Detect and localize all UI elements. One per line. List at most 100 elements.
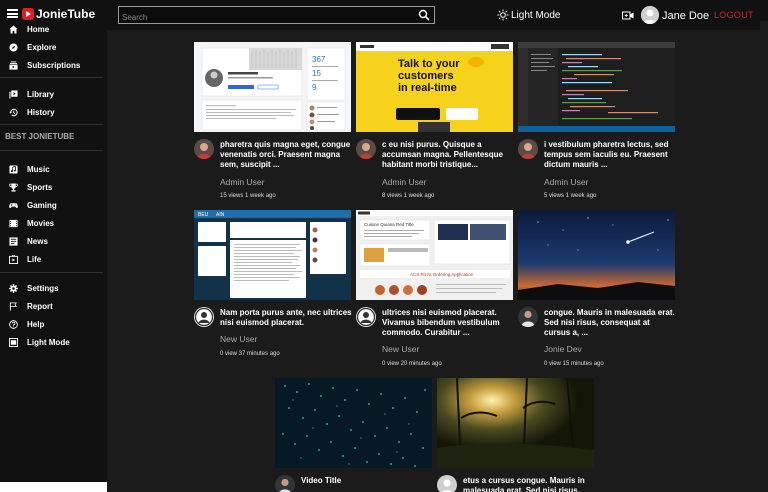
user-avatar[interactable] (641, 6, 659, 24)
sidebar-item-history[interactable]: History (9, 108, 55, 117)
history-icon (9, 108, 18, 117)
sidebar-item-label: Report (27, 302, 53, 311)
help-icon (9, 320, 18, 329)
channel-name[interactable]: New User (220, 334, 257, 344)
sidebar-item-home[interactable]: Home (9, 25, 49, 34)
sidebar-item-label: Movies (27, 219, 55, 228)
channel-avatar[interactable] (518, 307, 538, 327)
sidebar-item-label: News (27, 237, 48, 246)
sidebar-item-music[interactable]: Music (9, 165, 50, 174)
logout-button[interactable]: LOGOUT (714, 10, 754, 20)
sun-icon (497, 9, 509, 21)
video-title[interactable]: Nam porta purus ante, nec ultrices nisi … (220, 308, 352, 328)
video-title[interactable]: Video Title (301, 476, 433, 486)
sidebar-item-help[interactable]: Help (9, 320, 44, 329)
channel-avatar[interactable] (356, 307, 376, 327)
video-meta: 8 views 1 week ago (382, 193, 435, 199)
music-icon (9, 165, 18, 174)
video-title[interactable]: i vestibulum pharetra lectus, sed tempus… (544, 140, 676, 170)
channel-name[interactable]: Admin User (544, 177, 588, 187)
sidebar-item-label: Library (27, 90, 55, 99)
video-thumbnail[interactable] (518, 210, 675, 300)
video-meta: 0 view 37 minutes ago (220, 351, 280, 357)
sidebar-item-news[interactable]: News (9, 237, 48, 246)
sidebar-item-movies[interactable]: Movies (9, 219, 54, 228)
play-logo-icon (22, 8, 34, 20)
video-thumbnail[interactable]: 367 15 9 (194, 42, 351, 132)
sidebar-item-label: History (27, 108, 55, 117)
trophy-icon (9, 183, 18, 192)
channel-name[interactable]: Admin User (382, 177, 426, 187)
sidebar-item-label: Sports (27, 183, 53, 192)
svg-text:367: 367 (312, 55, 326, 64)
video-title[interactable]: congue. Mauris in malesuada erat. Sed ni… (544, 308, 676, 338)
user-name[interactable]: Jane Doe (662, 10, 709, 22)
video-thumbnail[interactable] (275, 378, 432, 468)
thumb-promo-line1: Talk to your (398, 58, 460, 70)
sidebar-item-report[interactable]: Report (9, 302, 53, 311)
sidebar-item-light-mode[interactable]: Light Mode (9, 338, 70, 347)
sidebar-item-library[interactable]: Library (9, 90, 54, 99)
video-thumbnail[interactable]: Talk to your customers in real-time (356, 42, 513, 132)
thumb-doc-title: Cuisine Quiana Red Title (364, 222, 414, 227)
video-meta: 15 views 1 week ago (220, 193, 276, 199)
video-thumbnail[interactable]: Cuisine Quiana Red Title ACS Pizza Order… (356, 210, 513, 300)
scrollbar[interactable] (760, 21, 768, 492)
page-corner (0, 482, 107, 492)
video-thumbnail[interactable] (518, 42, 675, 132)
library-icon (9, 90, 18, 99)
video-thumbnail[interactable] (437, 378, 594, 468)
thumb-promo-line2: customers (398, 70, 454, 82)
svg-text:9: 9 (312, 83, 317, 92)
sidebar-item-label: Life (27, 255, 42, 264)
channel-avatar[interactable] (275, 475, 295, 492)
logo[interactable]: JonieTube (22, 7, 95, 21)
svg-text:15: 15 (312, 69, 321, 78)
search-icon[interactable] (418, 9, 430, 21)
channel-avatar[interactable] (437, 475, 457, 492)
channel-name[interactable]: New User (382, 344, 419, 354)
light-mode-label: Light Mode (511, 9, 561, 21)
sidebar-item-label: Light Mode (27, 338, 70, 347)
home-icon (9, 25, 18, 34)
logo-text: JonieTube (36, 7, 96, 21)
video-title[interactable]: etus a cursus congue. Mauris in malesuad… (463, 476, 595, 492)
sidebar-item-label: Settings (27, 284, 59, 293)
flag-icon (9, 302, 17, 311)
sidebar-item-gaming[interactable]: Gaming (9, 201, 57, 210)
subscriptions-icon (9, 61, 18, 70)
channel-name[interactable]: Jonie Dev (544, 344, 582, 354)
sidebar-divider (0, 272, 103, 273)
thumb-tab-1: BEU (198, 212, 209, 218)
sidebar-item-life[interactable]: Life (9, 255, 41, 264)
video-title[interactable]: ultrices nisi euismod placerat. Vivamus … (382, 308, 514, 338)
search-input[interactable] (119, 9, 409, 26)
video-title[interactable]: c eu nisi purus. Quisque a accumsan magn… (382, 140, 514, 170)
sidebar-item-label: Subscriptions (27, 61, 81, 70)
sidebar-item-label: Home (27, 25, 50, 34)
news-icon (9, 237, 18, 246)
video-thumbnail[interactable]: BEU AIN (194, 210, 351, 300)
sidebar-item-explore[interactable]: Explore (9, 43, 56, 52)
channel-name[interactable]: Admin User (220, 177, 264, 187)
channel-avatar[interactable] (194, 307, 214, 327)
light-mode-icon (9, 338, 18, 347)
top-bar: JonieTube Light Mode Jane Doe LOGOUT (0, 0, 768, 30)
upload-video-icon[interactable] (622, 11, 634, 20)
video-title[interactable]: pharetra quis magna eget, congue venenat… (220, 140, 352, 170)
search-bar (118, 6, 435, 26)
light-mode-toggle[interactable]: Light Mode (497, 9, 560, 21)
sidebar-divider (0, 150, 103, 151)
sidebar-item-sports[interactable]: Sports (9, 183, 52, 192)
channel-avatar[interactable] (194, 139, 214, 159)
thumb-doc-banner: ACS Pizza Ordering Application (410, 272, 474, 277)
channel-avatar[interactable] (356, 139, 376, 159)
hamburger-menu-icon[interactable] (7, 9, 18, 18)
sidebar-item-subscriptions[interactable]: Subscriptions (9, 61, 80, 70)
channel-avatar[interactable] (518, 139, 538, 159)
live-icon (9, 255, 18, 264)
sidebar-item-label: Music (27, 165, 50, 174)
sidebar-item-label: Help (27, 320, 45, 329)
sidebar-item-label: Explore (27, 43, 57, 52)
sidebar-item-settings[interactable]: Settings (9, 284, 59, 293)
